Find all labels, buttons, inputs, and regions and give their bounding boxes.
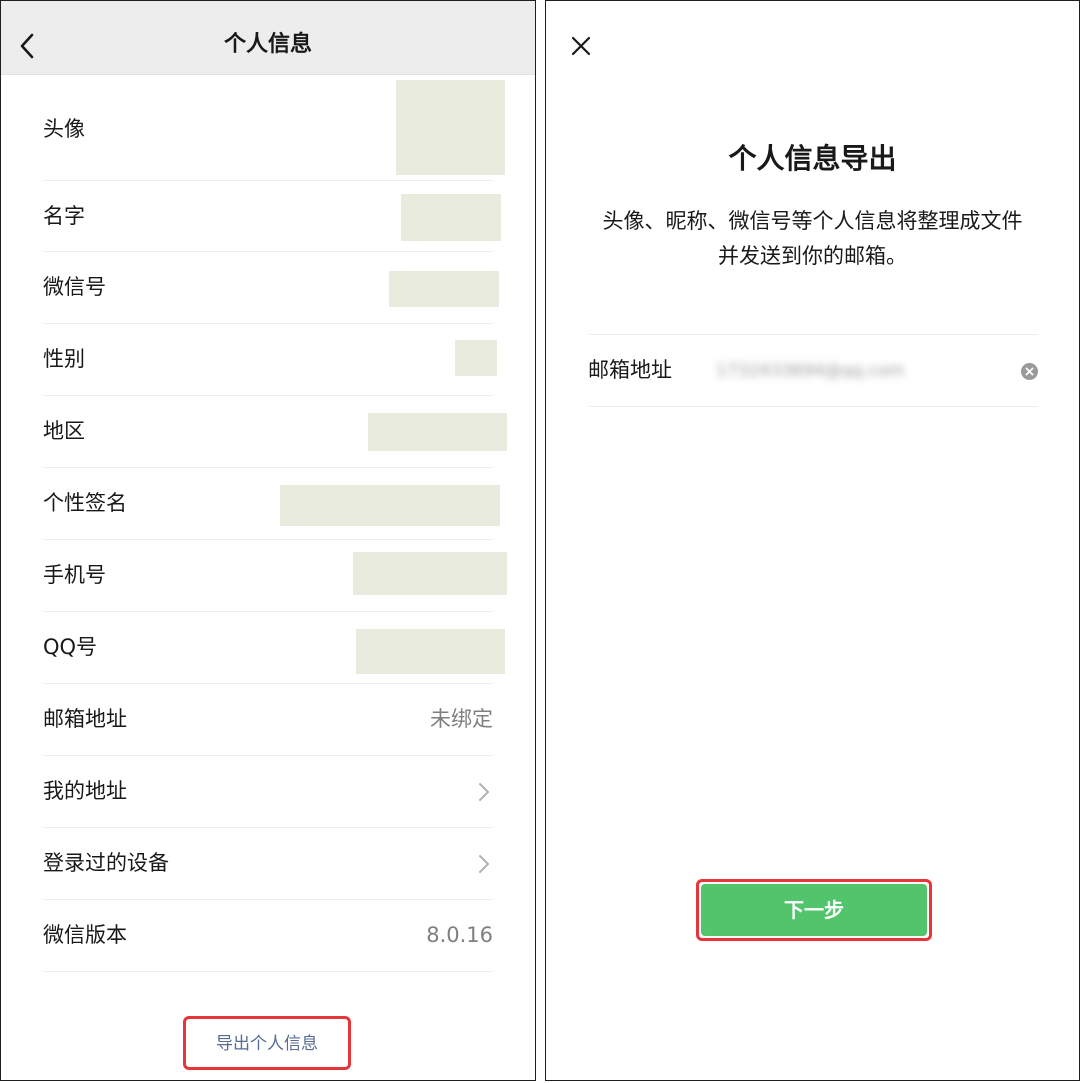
- email-input-row: 邮箱地址 1732433694@qq.com: [588, 334, 1038, 407]
- row-wechat-id[interactable]: 微信号: [43, 252, 499, 324]
- row-qq[interactable]: QQ号: [43, 612, 505, 684]
- avatar-placeholder: [396, 80, 505, 175]
- row-gender[interactable]: 性别: [43, 324, 497, 396]
- row-my-address[interactable]: 我的地址: [43, 756, 493, 828]
- email-field[interactable]: 1732433694@qq.com: [716, 359, 926, 383]
- row-region[interactable]: 地区: [43, 396, 507, 468]
- nav-bar: 个人信息: [1, 1, 535, 75]
- next-button-highlight: 下一步: [696, 879, 932, 941]
- row-label-wechat-version: 微信版本: [43, 923, 127, 947]
- row-label-gender: 性别: [43, 347, 85, 371]
- name-value-redacted: [401, 194, 501, 241]
- region-value-redacted: [368, 413, 507, 451]
- chevron-right-icon: [479, 783, 489, 801]
- row-label-login-devices: 登录过的设备: [43, 851, 169, 875]
- export-personal-info-link[interactable]: 导出个人信息: [186, 1033, 348, 1055]
- gender-value-redacted: [455, 340, 497, 376]
- personal-info-screen: 个人信息 头像 名字 微信号 性别 地区 个性签名 手机号 QQ号 邮箱地址 未…: [0, 0, 536, 1081]
- row-signature[interactable]: 个性签名: [43, 468, 500, 540]
- row-label-phone: 手机号: [43, 563, 106, 587]
- row-label-signature: 个性签名: [43, 491, 127, 515]
- row-avatar[interactable]: 头像: [43, 80, 505, 181]
- signature-value-redacted: [280, 485, 500, 526]
- phone-value-redacted: [353, 552, 507, 595]
- email-status-value: 未绑定: [430, 707, 493, 731]
- row-wechat-version: 微信版本 8.0.16: [43, 900, 493, 972]
- qq-value-redacted: [356, 629, 505, 674]
- row-label-wechat-id: 微信号: [43, 275, 106, 299]
- clear-input-icon[interactable]: [1021, 363, 1038, 380]
- row-label-my-address: 我的地址: [43, 779, 127, 803]
- row-phone[interactable]: 手机号: [43, 540, 507, 612]
- export-title: 个人信息导出: [728, 142, 897, 175]
- row-label-avatar: 头像: [43, 117, 85, 141]
- export-description-line-2: 并发送到你的邮箱。: [718, 244, 907, 268]
- row-label-qq: QQ号: [43, 635, 98, 659]
- page-title: 个人信息: [223, 32, 312, 57]
- export-description: 头像、昵称、微信号等个人信息将整理成文件 并发送到你的邮箱。: [576, 204, 1049, 274]
- close-icon[interactable]: [571, 36, 591, 56]
- row-label-name: 名字: [43, 204, 85, 228]
- next-button[interactable]: 下一步: [701, 884, 927, 936]
- email-field-label: 邮箱地址: [588, 358, 672, 382]
- chevron-right-icon: [479, 855, 489, 873]
- personal-info-export-screen: 个人信息导出 头像、昵称、微信号等个人信息将整理成文件 并发送到你的邮箱。 邮箱…: [545, 0, 1080, 1081]
- wechat-version-value: 8.0.16: [426, 923, 493, 947]
- row-label-email: 邮箱地址: [43, 707, 127, 731]
- export-description-line-1: 头像、昵称、微信号等个人信息将整理成文件: [602, 209, 1023, 233]
- row-name[interactable]: 名字: [43, 181, 501, 252]
- wechat-id-value-redacted: [389, 271, 499, 307]
- export-link-highlight: 导出个人信息: [183, 1016, 351, 1070]
- row-email[interactable]: 邮箱地址 未绑定: [43, 684, 493, 756]
- row-label-region: 地区: [43, 419, 85, 443]
- row-login-devices[interactable]: 登录过的设备: [43, 828, 493, 900]
